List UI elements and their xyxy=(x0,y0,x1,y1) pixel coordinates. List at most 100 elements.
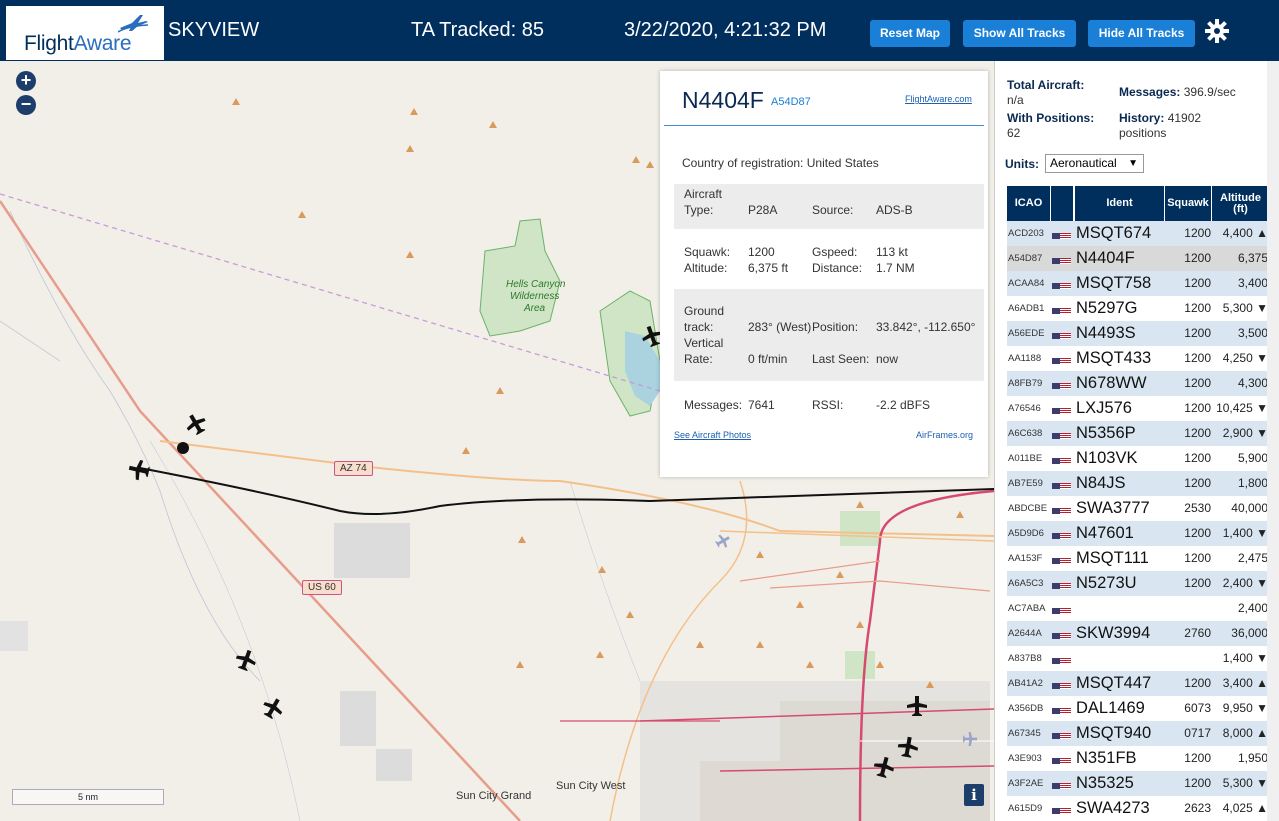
us-flag-icon xyxy=(1052,628,1071,639)
altitude-cell: 10,425 ▼ xyxy=(1216,401,1268,415)
squawk-cell: 1200 xyxy=(1184,326,1211,340)
icao-cell: A6C638 xyxy=(1008,428,1043,439)
vertical-rate-label: Vertical Rate: xyxy=(684,336,724,366)
altitude-cell: 2,900 ▼ xyxy=(1222,426,1268,440)
ident-cell: N4493S xyxy=(1076,324,1136,342)
altitude-cell: 4,250 ▼ xyxy=(1222,351,1268,365)
ident-cell: SKW3994 xyxy=(1076,624,1151,642)
vertical-rate-value: 0 ft/min xyxy=(748,352,788,366)
altitude-cell: 5,900 xyxy=(1237,451,1268,465)
column-flag[interactable] xyxy=(1051,186,1073,221)
us-flag-icon xyxy=(1052,803,1071,814)
table-row[interactable]: A6A5C3 N5273U 1200 2,400 ▼ xyxy=(1007,571,1269,596)
source-label: Source: xyxy=(812,203,854,217)
ground-track-value: 283° (West) xyxy=(748,320,812,334)
squawk-cell: 0717 xyxy=(1184,726,1211,740)
altitude-cell: 2,475 xyxy=(1237,551,1268,565)
app-name: SKYVIEW xyxy=(168,19,260,41)
icao-cell: ACD203 xyxy=(1008,228,1044,239)
receiver-site xyxy=(177,442,189,454)
ident-cell: N4404F xyxy=(1076,249,1135,267)
table-row[interactable]: A56EDE N4493S 1200 3,500 xyxy=(1007,321,1269,346)
ident-cell: LXJ576 xyxy=(1076,399,1132,417)
reset-map-button[interactable]: Reset Map xyxy=(870,20,950,47)
position-label: Position: xyxy=(812,320,859,334)
zoom-in-button[interactable]: + xyxy=(16,71,36,91)
table-row[interactable]: A3E903 N351FB 1200 1,950 xyxy=(1007,746,1269,771)
flightaware-link[interactable]: FlightAware.com xyxy=(905,94,972,104)
table-row[interactable]: AB7E59 N84JS 1200 1,800 xyxy=(1007,471,1269,496)
table-row[interactable]: A615D9 SWA4273 2623 4,025 ▲ xyxy=(1007,796,1269,821)
table-row[interactable]: AA153F MSQT111 1200 2,475 xyxy=(1007,546,1269,571)
units-label: Units: xyxy=(1005,157,1039,171)
info-button[interactable]: i xyxy=(964,784,984,806)
position-value: 33.842°, -112.650° xyxy=(876,320,976,334)
show-all-tracks-button[interactable]: Show All Tracks xyxy=(963,20,1076,47)
table-row[interactable]: A2644A SKW3994 2760 36,000 xyxy=(1007,621,1269,646)
selected-hex: A54D87 xyxy=(771,96,811,108)
gear-icon[interactable] xyxy=(1203,17,1231,45)
icao-cell: A615D9 xyxy=(1008,803,1043,814)
squawk-cell: 1200 xyxy=(1184,551,1211,565)
country-row: Country of registration: United States xyxy=(682,156,879,170)
altitude-cell: 5,300 ▼ xyxy=(1222,776,1268,790)
squawk-cell: 1200 xyxy=(1184,376,1211,390)
table-row[interactable]: A5D9D6 N47601 1200 1,400 ▼ xyxy=(1007,521,1269,546)
column-ident[interactable]: Ident xyxy=(1075,186,1164,221)
icao-cell: AA1188 xyxy=(1008,353,1042,364)
messages-rate-value: 396.9/sec xyxy=(1183,85,1236,99)
aircraft-type-block: Aircraft Type: P28A Source: ADS-B xyxy=(674,184,984,229)
column-icao[interactable]: ICAO xyxy=(1007,186,1050,221)
icao-cell: AA153F xyxy=(1008,553,1043,564)
altitude-cell: 4,025 ▲ xyxy=(1222,801,1268,815)
table-row[interactable]: A6C638 N5356P 1200 2,900 ▼ xyxy=(1007,421,1269,446)
ident-cell: SWA4273 xyxy=(1076,799,1150,817)
clock: 3/22/2020, 4:21:32 PM xyxy=(624,19,827,41)
table-row[interactable]: A6ADB1 N5297G 1200 5,300 ▼ xyxy=(1007,296,1269,321)
table-row[interactable]: A67345 MSQT940 0717 8,000 ▲ xyxy=(1007,721,1269,746)
icao-cell: A6A5C3 xyxy=(1008,578,1044,589)
airframes-link[interactable]: AirFrames.org xyxy=(916,430,973,440)
table-row[interactable]: A76546 LXJ576 1200 10,425 ▼ xyxy=(1007,396,1269,421)
top-bar: FlightAware SKYVIEW TA Tracked: 85 3/22/… xyxy=(0,0,1279,61)
table-row[interactable]: AC7ABA 2,400 xyxy=(1007,596,1269,621)
table-row[interactable]: A8FB79 N678WW 1200 4,300 xyxy=(1007,371,1269,396)
units-select[interactable]: Aeronautical ▼ xyxy=(1045,154,1144,173)
panel-scrollbar[interactable] xyxy=(1267,61,1279,821)
source-value: ADS-B xyxy=(876,203,913,217)
us-flag-icon xyxy=(1052,678,1071,689)
column-squawk[interactable]: Squawk xyxy=(1165,186,1211,221)
track-block: Ground track: 283° (West) Position: 33.8… xyxy=(674,289,984,381)
table-row[interactable]: ACAA84 MSQT758 1200 3,400 xyxy=(1007,271,1269,296)
icao-cell: AC7ABA xyxy=(1008,603,1046,614)
table-row[interactable]: AA1188 MSQT433 1200 4,250 ▼ xyxy=(1007,346,1269,371)
rssi-label: RSSI: xyxy=(812,398,844,412)
table-row[interactable]: A356DB DAL1469 6073 9,950 ▼ xyxy=(1007,696,1269,721)
total-aircraft-value: n/a xyxy=(1007,93,1024,107)
table-row[interactable]: A011BE N103VK 1200 5,900 xyxy=(1007,446,1269,471)
table-row[interactable]: ACD203 MSQT674 1200 4,400 ▲ xyxy=(1007,221,1269,246)
squawk-cell: 1200 xyxy=(1184,776,1211,790)
zoom-out-button[interactable]: − xyxy=(16,95,36,115)
table-row[interactable]: A3F2AE N35325 1200 5,300 ▼ xyxy=(1007,771,1269,796)
ident-cell: MSQT447 xyxy=(1076,674,1152,692)
flightaware-logo[interactable]: FlightAware xyxy=(6,6,164,60)
squawk-cell: 1200 xyxy=(1184,576,1211,590)
us-flag-icon xyxy=(1052,728,1071,739)
column-altitude[interactable]: Altitude (ft) xyxy=(1212,186,1269,221)
table-row[interactable]: A837B8 1,400 ▼ xyxy=(1007,646,1269,671)
table-row[interactable]: ABDCBE SWA3777 2530 40,000 xyxy=(1007,496,1269,521)
aircraft-photos-link[interactable]: See Aircraft Photos xyxy=(674,430,751,440)
altitude-cell: 5,300 ▼ xyxy=(1222,301,1268,315)
icao-cell: A356DB xyxy=(1008,703,1044,714)
table-row[interactable]: AB41A2 MSQT447 1200 3,400 ▲ xyxy=(1007,671,1269,696)
us-flag-icon xyxy=(1052,503,1071,514)
gspeed-label: Gspeed: xyxy=(812,245,858,259)
squawk-cell: 2623 xyxy=(1184,801,1211,815)
altitude-cell: 3,500 xyxy=(1237,326,1268,340)
hide-all-tracks-button[interactable]: Hide All Tracks xyxy=(1088,20,1195,47)
with-positions-label: With Positions: xyxy=(1007,111,1095,125)
table-row[interactable]: A54D87 N4404F 1200 6,375 xyxy=(1007,246,1269,271)
icao-cell: A011BE xyxy=(1008,453,1043,464)
city-label: Sun City Grand xyxy=(456,790,532,802)
